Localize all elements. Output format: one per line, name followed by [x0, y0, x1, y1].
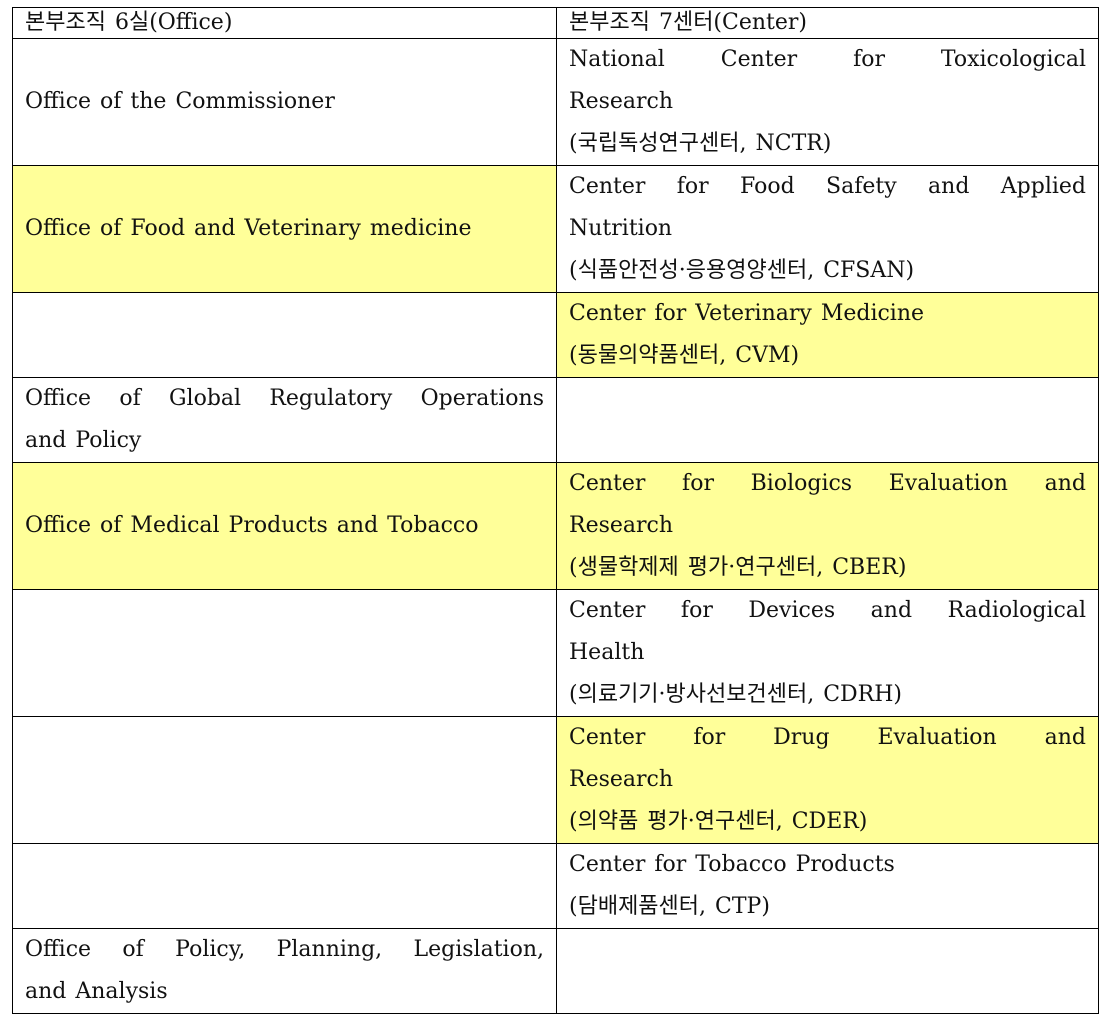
center-cell: Center for Devices and Radiological Heal…	[556, 589, 1099, 717]
office-name: Office of Food and Veterinary medicine	[25, 216, 472, 241]
office-cell: Office of Global Regulatory Operations a…	[12, 377, 557, 463]
center-name-line1: Center for Drug Evaluation and	[569, 725, 1086, 750]
table-row: Center for Drug Evaluation and Research …	[12, 716, 1099, 844]
center-korean-name: (식품안전성·응용영양센터, CFSAN)	[569, 258, 915, 283]
office-cell-empty	[12, 292, 557, 378]
center-name-line1: Center for Biologics Evaluation and	[569, 471, 1086, 496]
center-korean-name: (생물학제제 평가·연구센터, CBER)	[569, 555, 907, 580]
center-name-line1: Center for Food Safety and Applied	[569, 174, 1086, 199]
header-office: 본부조직 6실(Office)	[12, 7, 557, 39]
office-cell-highlighted: Office of Food and Veterinary medicine	[12, 165, 557, 293]
center-cell-highlighted: Center for Veterinary Medicine (동물의약품센터,…	[556, 292, 1099, 378]
center-name-line1: Center for Tobacco Products	[569, 852, 895, 877]
office-name: Office of the Commissioner	[25, 89, 335, 114]
office-name: Office of Medical Products and Tobacco	[25, 513, 479, 538]
center-cell: Center for Food Safety and Applied Nutri…	[556, 165, 1099, 293]
center-cell: National Center for Toxicological Resear…	[556, 38, 1099, 166]
table-row: Office of Policy, Planning, Legislation,…	[12, 928, 1099, 1014]
office-cell: Office of Policy, Planning, Legislation,…	[12, 928, 557, 1014]
center-name-line2: Research	[569, 767, 674, 792]
office-cell: Office of the Commissioner	[12, 38, 557, 166]
center-cell-highlighted: Center for Drug Evaluation and Research …	[556, 716, 1099, 844]
center-korean-name: (의약품 평가·연구센터, CDER)	[569, 809, 868, 834]
table-row: Office of Food and Veterinary medicine C…	[12, 165, 1099, 293]
office-cell-highlighted: Office of Medical Products and Tobacco	[12, 462, 557, 590]
office-cell-empty	[12, 589, 557, 717]
center-name-line1: Center for Veterinary Medicine	[569, 301, 925, 326]
table-row: Office of Medical Products and Tobacco C…	[12, 462, 1099, 590]
fda-organization-table: 본부조직 6실(Office) 본부조직 7센터(Center) Office …	[12, 7, 1099, 1014]
center-cell-empty	[556, 928, 1099, 1014]
office-cell-empty	[12, 843, 557, 929]
center-name-line2: Research	[569, 513, 674, 538]
center-name-line2: Nutrition	[569, 216, 673, 241]
center-name-line2: Health	[569, 640, 645, 665]
center-cell-highlighted: Center for Biologics Evaluation and Rese…	[556, 462, 1099, 590]
center-korean-name: (국립독성연구센터, NCTR)	[569, 131, 832, 156]
center-korean-name: (담배제품센터, CTP)	[569, 894, 770, 919]
office-cell-empty	[12, 716, 557, 844]
table-row: Center for Devices and Radiological Heal…	[12, 589, 1099, 717]
center-cell-empty	[556, 377, 1099, 463]
office-name-line2: and Policy	[25, 428, 142, 453]
center-korean-name: (동물의약품센터, CVM)	[569, 343, 800, 368]
office-name-line1: Office of Global Regulatory Operations	[25, 386, 544, 411]
table-row: Office of Global Regulatory Operations a…	[12, 377, 1099, 463]
center-korean-name: (의료기기·방사선보건센터, CDRH)	[569, 682, 903, 707]
header-center: 본부조직 7센터(Center)	[556, 7, 1099, 39]
table-row: Center for Tobacco Products (담배제품센터, CTP…	[12, 843, 1099, 929]
center-name-line2: Research	[569, 89, 674, 114]
office-name-line2: and Analysis	[25, 979, 168, 1004]
center-cell: Center for Tobacco Products (담배제품센터, CTP…	[556, 843, 1099, 929]
table-header-row: 본부조직 6실(Office) 본부조직 7센터(Center)	[12, 7, 1099, 39]
center-name-line1: Center for Devices and Radiological	[569, 598, 1086, 623]
table-row: Office of the Commissioner National Cent…	[12, 38, 1099, 166]
center-name-line1: National Center for Toxicological	[569, 47, 1086, 72]
table-row: Center for Veterinary Medicine (동물의약품센터,…	[12, 292, 1099, 378]
office-name-line1: Office of Policy, Planning, Legislation,	[25, 937, 544, 962]
